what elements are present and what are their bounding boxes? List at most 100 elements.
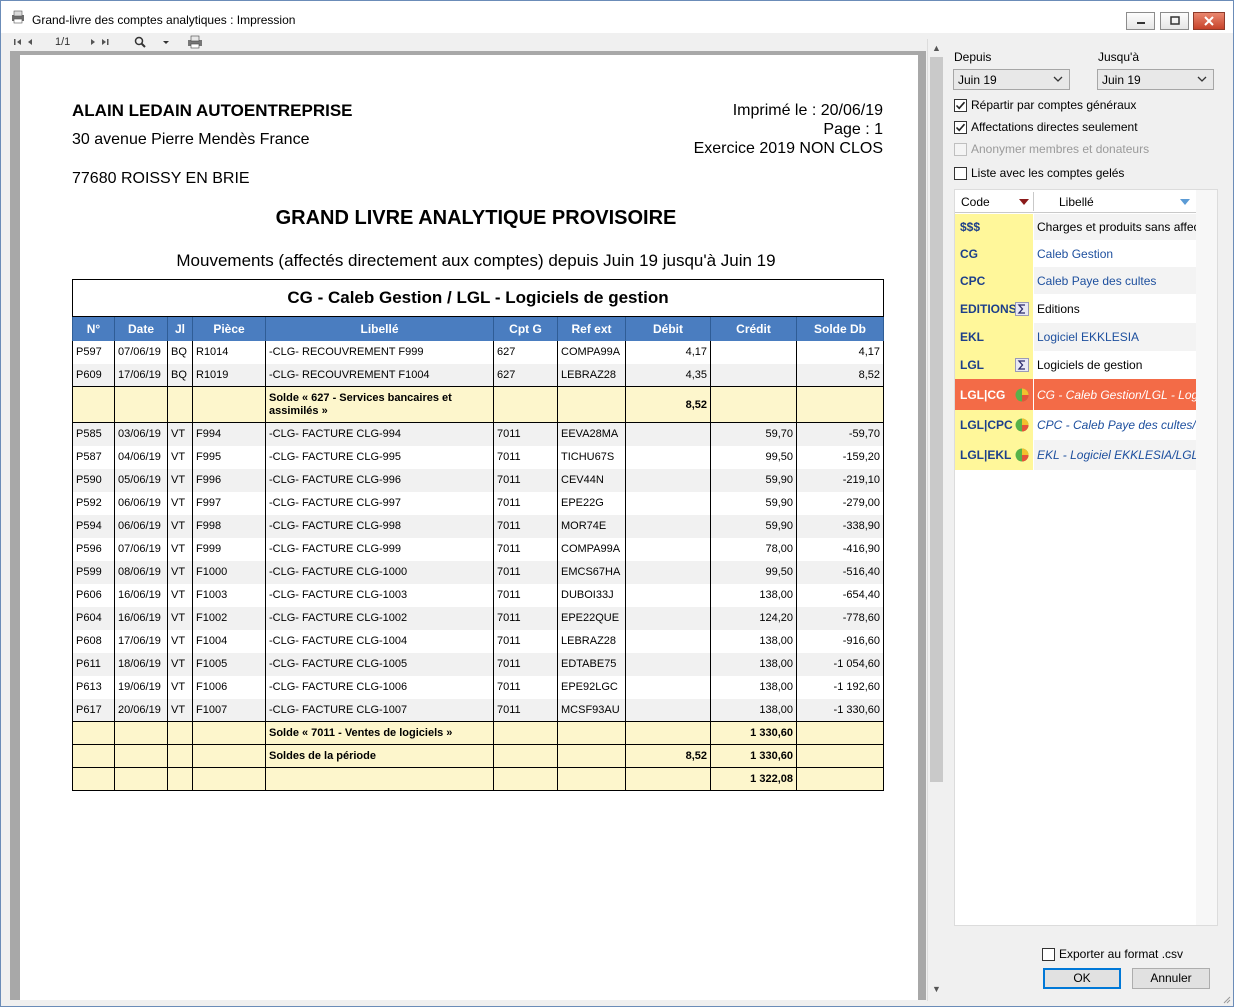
cell-libelle: -CLG- FACTURE CLG-1004: [265, 629, 494, 653]
report-title: GRAND LIVRE ANALYTIQUE PROVISOIRE: [275, 207, 677, 229]
cell-jl: VT: [167, 675, 193, 699]
code-list-item[interactable]: LGL|EKLEKL - Logiciel EKKLESIA/LGL - Log: [955, 440, 1196, 470]
analytic-code-list[interactable]: Code Libellé $$$ Charges et produits sans…: [954, 189, 1218, 926]
minimize-button[interactable]: [1126, 12, 1155, 30]
cell-solde: -159,20: [795, 445, 885, 469]
subtotal-row: Solde « 7011 - Ventes de logiciels » 1 33…: [72, 721, 885, 745]
cell-solde: -778,60: [795, 606, 885, 630]
cell-date: [114, 721, 168, 745]
cell-date: 18/06/19: [114, 652, 168, 676]
ok-button[interactable]: OK: [1043, 968, 1121, 989]
cell-piece: F1003: [192, 583, 266, 607]
code-list-item[interactable]: EDITIONS Editions: [955, 294, 1196, 323]
sort-desc-icon[interactable]: [1018, 198, 1030, 206]
printed-date: Imprimé le : 20/06/19: [732, 102, 883, 119]
preview-toolbar: 1/1: [1, 33, 945, 51]
code-list-item[interactable]: LGL Logiciels de gestion: [955, 351, 1196, 379]
column-header: N°: [72, 316, 115, 341]
cell-cptg: 7011: [493, 514, 558, 538]
cell-solde: -279,00: [795, 491, 885, 515]
cell-ref: EPE22QUE: [557, 606, 626, 630]
scroll-up-icon[interactable]: ▲: [931, 43, 942, 53]
code-column-header[interactable]: Code: [961, 195, 990, 209]
from-select[interactable]: Juin 19: [953, 69, 1070, 90]
code-list-item[interactable]: EKL Logiciel EKKLESIA: [955, 323, 1196, 351]
cell-piece: F995: [192, 445, 266, 469]
last-page-icon[interactable]: [100, 35, 110, 49]
to-select-value: Juin 19: [1102, 73, 1141, 87]
zoom-icon[interactable]: [134, 35, 146, 49]
next-page-icon[interactable]: [89, 35, 97, 49]
label-column-header[interactable]: Libellé: [1059, 195, 1094, 209]
cell-n: P609: [72, 363, 115, 387]
cell-jl: VT: [167, 445, 193, 469]
cell-n: P611: [72, 652, 115, 676]
export-csv-checkbox[interactable]: Exporter au format .csv: [1042, 947, 1183, 961]
cell-solde: [795, 721, 885, 745]
cell-libelle: -CLG- FACTURE CLG-997: [265, 491, 494, 515]
cell-piece: [192, 744, 266, 768]
checkbox-box[interactable]: [1042, 947, 1055, 961]
code-list-item[interactable]: LGL|CPCCPC - Caleb Paye des cultes/LGL -: [955, 410, 1196, 440]
cell-date: 04/06/19: [114, 445, 168, 469]
cell-debit: [625, 721, 711, 745]
table-row: P608 17/06/19 VT F1004 -CLG- FACTURE CLG-100…: [72, 629, 885, 653]
previous-page-icon[interactable]: [26, 35, 34, 49]
preview-scrollbar[interactable]: ▲ ▼: [927, 39, 944, 1001]
checkmark-icon[interactable]: [954, 98, 967, 112]
cell-libelle: -CLG- FACTURE CLG-998: [265, 514, 494, 538]
maximize-button[interactable]: [1160, 12, 1189, 30]
cell-cptg: [493, 386, 558, 423]
resize-grip-icon[interactable]: [1221, 994, 1231, 1004]
table-row: P617 20/06/19 VT F1007 -CLG- FACTURE CLG-100…: [72, 698, 885, 722]
cell-ref: LEBRAZ28: [557, 363, 626, 387]
cell-ref: TICHU67S: [557, 445, 626, 469]
table-row: P611 18/06/19 VT F1005 -CLG- FACTURE CLG-100…: [72, 652, 885, 676]
cell-n: P604: [72, 606, 115, 630]
table-row: P596 07/06/19 VT F999 -CLG- FACTURE CLG-999 7…: [72, 537, 885, 561]
option-checkbox[interactable]: Liste avec les comptes gelés: [954, 166, 1124, 180]
to-select[interactable]: Juin 19: [1097, 69, 1214, 90]
cell-credit: 59,90: [710, 491, 797, 515]
cell-debit: [625, 537, 711, 561]
page-number: Page : 1: [823, 121, 883, 138]
code-list-item[interactable]: LGL|CGCG - Caleb Gestion/LGL - Logiciel: [955, 379, 1196, 410]
cell-jl: VT: [167, 560, 193, 584]
cell-date: 16/06/19: [114, 606, 168, 630]
code-list-item[interactable]: $$$ Charges et produits sans affect: [955, 214, 1196, 240]
window-title: Grand-livre des comptes analytiques : Im…: [32, 13, 296, 27]
code-cell: $$$: [955, 214, 1033, 240]
from-select-value: Juin 19: [958, 73, 997, 87]
cell-credit: 99,50: [710, 560, 797, 584]
code-list-header: Code Libellé: [955, 190, 1196, 213]
print-icon[interactable]: [187, 35, 203, 49]
cell-debit: [625, 652, 711, 676]
option-label: Répartir par comptes généraux: [971, 98, 1137, 112]
checkmark-icon[interactable]: [954, 120, 967, 134]
scroll-down-icon[interactable]: ▼: [931, 984, 942, 994]
cell-cptg: 7011: [493, 422, 558, 446]
first-page-icon[interactable]: [13, 35, 23, 49]
cancel-button[interactable]: Annuler: [1132, 968, 1210, 989]
cell-jl: VT: [167, 629, 193, 653]
close-button[interactable]: [1193, 12, 1225, 30]
cell-credit: 78,00: [710, 537, 797, 561]
cell-solde: -338,90: [795, 514, 885, 538]
code-list-item[interactable]: CPC Caleb Paye des cultes: [955, 267, 1196, 294]
zoom-dropdown-icon[interactable]: [162, 35, 170, 49]
sigma-icon: [1015, 301, 1029, 316]
code-list-item[interactable]: CG Caleb Gestion: [955, 240, 1196, 267]
cell-libelle: -CLG- FACTURE CLG-1002: [265, 606, 494, 630]
label-cell: Caleb Paye des cultes: [1034, 267, 1196, 294]
code-list-scroll-area: [1196, 190, 1217, 925]
option-checkbox[interactable]: Affectations directes seulement: [954, 120, 1138, 134]
cell-ref: MOR74E: [557, 514, 626, 538]
label-cell: Editions: [1037, 301, 1080, 316]
cell-debit: 8,52: [625, 744, 711, 768]
option-checkbox[interactable]: Répartir par comptes généraux: [954, 98, 1136, 112]
checkbox-box[interactable]: [954, 166, 967, 180]
filter-dropdown-icon[interactable]: [1179, 198, 1191, 206]
scrollbar-thumb[interactable]: [930, 57, 943, 782]
cell-libelle: -CLG- FACTURE CLG-995: [265, 445, 494, 469]
cell-cptg: 7011: [493, 606, 558, 630]
